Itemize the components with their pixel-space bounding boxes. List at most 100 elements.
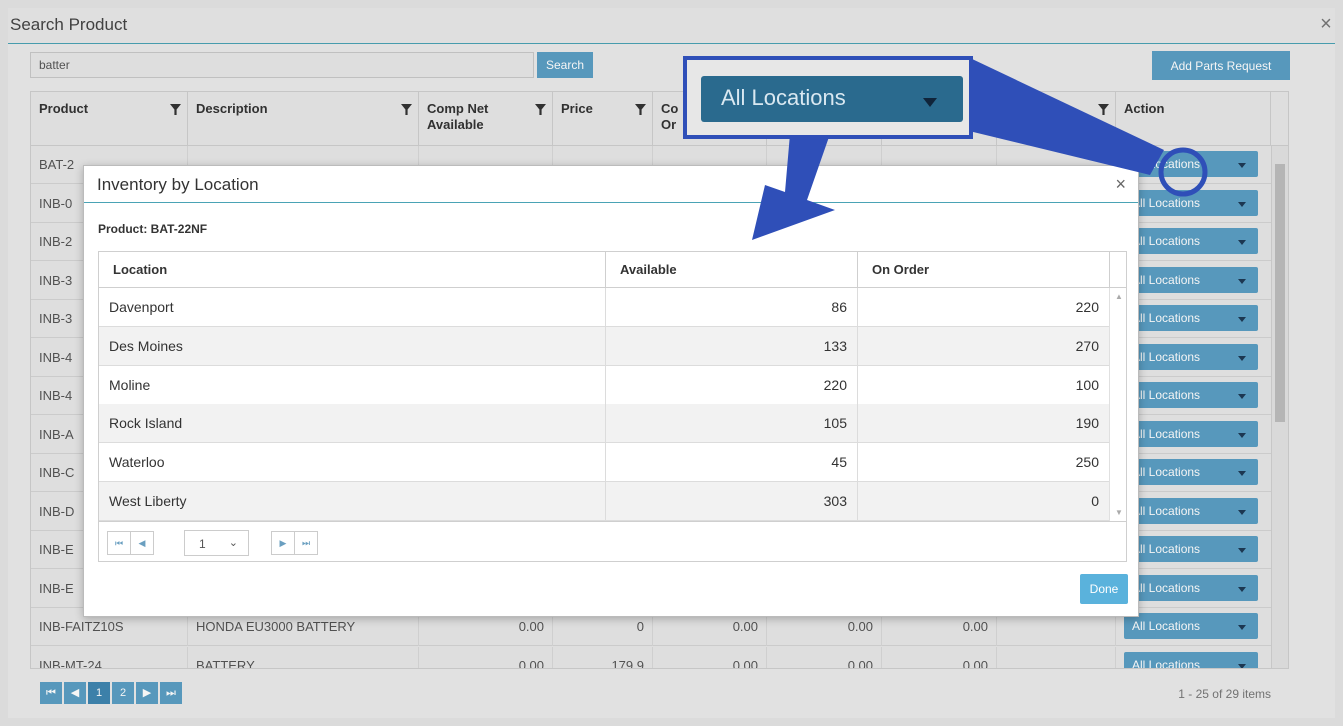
table-row[interactable]: West Liberty 303 0: [99, 482, 1110, 521]
grid-pager: ⏮ ◀ 1 2 ▶ ⏭ 1 - 25 of 29 items: [30, 677, 1289, 711]
inventory-grid-header: Location Available On Order: [99, 252, 1126, 288]
cell-on-order: 100: [858, 365, 1110, 405]
column-header-description[interactable]: Description: [188, 92, 419, 146]
close-icon[interactable]: ×: [1115, 175, 1126, 193]
caret-down-icon: [1238, 586, 1246, 592]
location-dropdown-label: All Locations: [1132, 503, 1201, 518]
window-title: Search Product: [10, 15, 128, 34]
column-label: Description: [196, 101, 268, 116]
inventory-grid: Location Available On Order Davenport 86 2…: [98, 251, 1127, 562]
column-header-price[interactable]: Price: [553, 92, 653, 146]
caret-down-icon: [1238, 163, 1246, 168]
filter-icon[interactable]: [170, 104, 181, 115]
location-dropdown-label: All Locations: [1132, 311, 1201, 325]
column-header-comp-net-available[interactable]: Comp Net Available: [419, 92, 553, 146]
table-row[interactable]: Waterloo 45 250: [99, 443, 1110, 483]
cell-n1: 0.00: [419, 646, 553, 668]
table-row[interactable]: Davenport 86 220: [99, 288, 1110, 327]
location-dropdown-label: All Locations: [1132, 195, 1201, 210]
caret-down-icon: [1238, 625, 1246, 630]
grid-scrollbar[interactable]: [1271, 146, 1288, 668]
filter-icon[interactable]: [535, 104, 546, 115]
filter-icon[interactable]: [635, 104, 646, 115]
page-select[interactable]: 1 ⌄: [184, 530, 249, 556]
last-page-icon[interactable]: ⏭: [294, 531, 318, 555]
page-select-value: 1: [199, 537, 206, 551]
first-page-icon[interactable]: ⏮: [107, 531, 131, 555]
scroll-down-icon[interactable]: ▼: [1115, 508, 1123, 517]
cell-available: 105: [606, 404, 858, 444]
caret-down-icon: [1238, 663, 1246, 668]
column-header-available[interactable]: Available: [606, 252, 858, 288]
caret-down-icon: [1238, 548, 1246, 553]
caret-down-icon: [1238, 471, 1246, 476]
modal-header: Inventory by Location ×: [84, 166, 1138, 203]
column-label: Product: [39, 101, 89, 116]
location-dropdown[interactable]: All Locations: [1124, 343, 1258, 370]
location-dropdown[interactable]: All Locations: [1124, 613, 1258, 639]
cell-available: 133: [606, 326, 858, 366]
location-dropdown-label: All Locations: [1132, 272, 1201, 287]
column-header-product[interactable]: Product: [31, 92, 188, 146]
location-dropdown-label: All Locations: [1132, 619, 1201, 633]
table-row[interactable]: Rock Island 105 190: [99, 404, 1110, 444]
search-input[interactable]: [30, 52, 534, 78]
modal-title: Inventory by Location: [97, 175, 259, 194]
cell-location: Moline: [99, 365, 606, 405]
next-page-icon[interactable]: ▶: [271, 531, 295, 555]
cell-on-order: 220: [858, 288, 1110, 327]
location-dropdown[interactable]: All Locations: [1124, 189, 1258, 216]
location-dropdown[interactable]: All Locations: [1124, 266, 1258, 293]
filter-icon[interactable]: [1098, 104, 1109, 115]
next-page-icon[interactable]: ▶: [136, 682, 158, 704]
caret-down-icon: [1238, 394, 1246, 399]
table-row[interactable]: INB-MT-24 BATTERY 0.00 179.9 0.00 0.00 0.00 All…: [31, 646, 1271, 668]
callout-label: All Locations: [721, 85, 846, 110]
column-header-hidden-3[interactable]: [997, 92, 1116, 146]
location-dropdown[interactable]: All Locations: [1124, 228, 1258, 254]
last-page-icon[interactable]: ⏭: [160, 682, 182, 704]
page-button-1[interactable]: 1: [88, 682, 110, 704]
prev-page-icon[interactable]: ◀: [64, 682, 86, 704]
location-dropdown[interactable]: All Locations: [1124, 536, 1258, 562]
inventory-scrollbar[interactable]: ▲ ▼: [1109, 288, 1126, 521]
caret-down-icon: [1238, 240, 1246, 245]
column-header-on-order[interactable]: On Order: [858, 252, 1110, 288]
location-dropdown[interactable]: All Locations: [1124, 651, 1258, 668]
location-dropdown[interactable]: All Locations: [1124, 459, 1258, 485]
column-header-location[interactable]: Location: [99, 252, 606, 288]
location-dropdown[interactable]: All Locations: [1124, 151, 1258, 177]
cell-location: Rock Island: [99, 404, 606, 444]
cell-location: Davenport: [99, 288, 606, 327]
page-button-2[interactable]: 2: [112, 682, 134, 704]
cell-on-order: 250: [858, 443, 1110, 483]
location-dropdown[interactable]: All Locations: [1124, 420, 1258, 447]
location-dropdown-label: All Locations: [1132, 157, 1201, 171]
location-dropdown[interactable]: All Locations: [1124, 382, 1258, 408]
location-dropdown[interactable]: All Locations: [1124, 305, 1258, 331]
location-dropdown[interactable]: All Locations: [1124, 574, 1258, 601]
cell-available: 303: [606, 482, 858, 521]
location-dropdown-label: All Locations: [1132, 426, 1201, 441]
filter-icon[interactable]: [401, 104, 412, 115]
cell-n2: 179.9: [553, 646, 653, 668]
close-icon[interactable]: ×: [1317, 14, 1335, 34]
cell-product: INB-MT-24: [31, 646, 188, 668]
location-dropdown-label: All Locations: [1132, 580, 1201, 595]
search-button[interactable]: Search: [537, 52, 593, 78]
window-header: Search Product ×: [8, 8, 1335, 44]
scrollbar-thumb[interactable]: [1275, 164, 1285, 422]
table-row[interactable]: Des Moines 133 270: [99, 326, 1110, 366]
first-page-icon[interactable]: ⏮: [40, 682, 62, 704]
done-button[interactable]: Done: [1080, 574, 1128, 604]
cell-n5: 0.00: [882, 646, 997, 668]
table-row[interactable]: Moline 220 100: [99, 365, 1110, 405]
cell-available: 86: [606, 288, 858, 327]
callout-zoom: All Locations: [683, 56, 973, 139]
scroll-up-icon[interactable]: ▲: [1115, 292, 1123, 301]
add-parts-request-button[interactable]: Add Parts Request: [1152, 51, 1290, 80]
prev-page-icon[interactable]: ◀: [130, 531, 154, 555]
product-label: Product: BAT-22NF: [98, 222, 208, 236]
column-label: Action: [1124, 101, 1165, 116]
location-dropdown[interactable]: All Locations: [1124, 497, 1258, 524]
